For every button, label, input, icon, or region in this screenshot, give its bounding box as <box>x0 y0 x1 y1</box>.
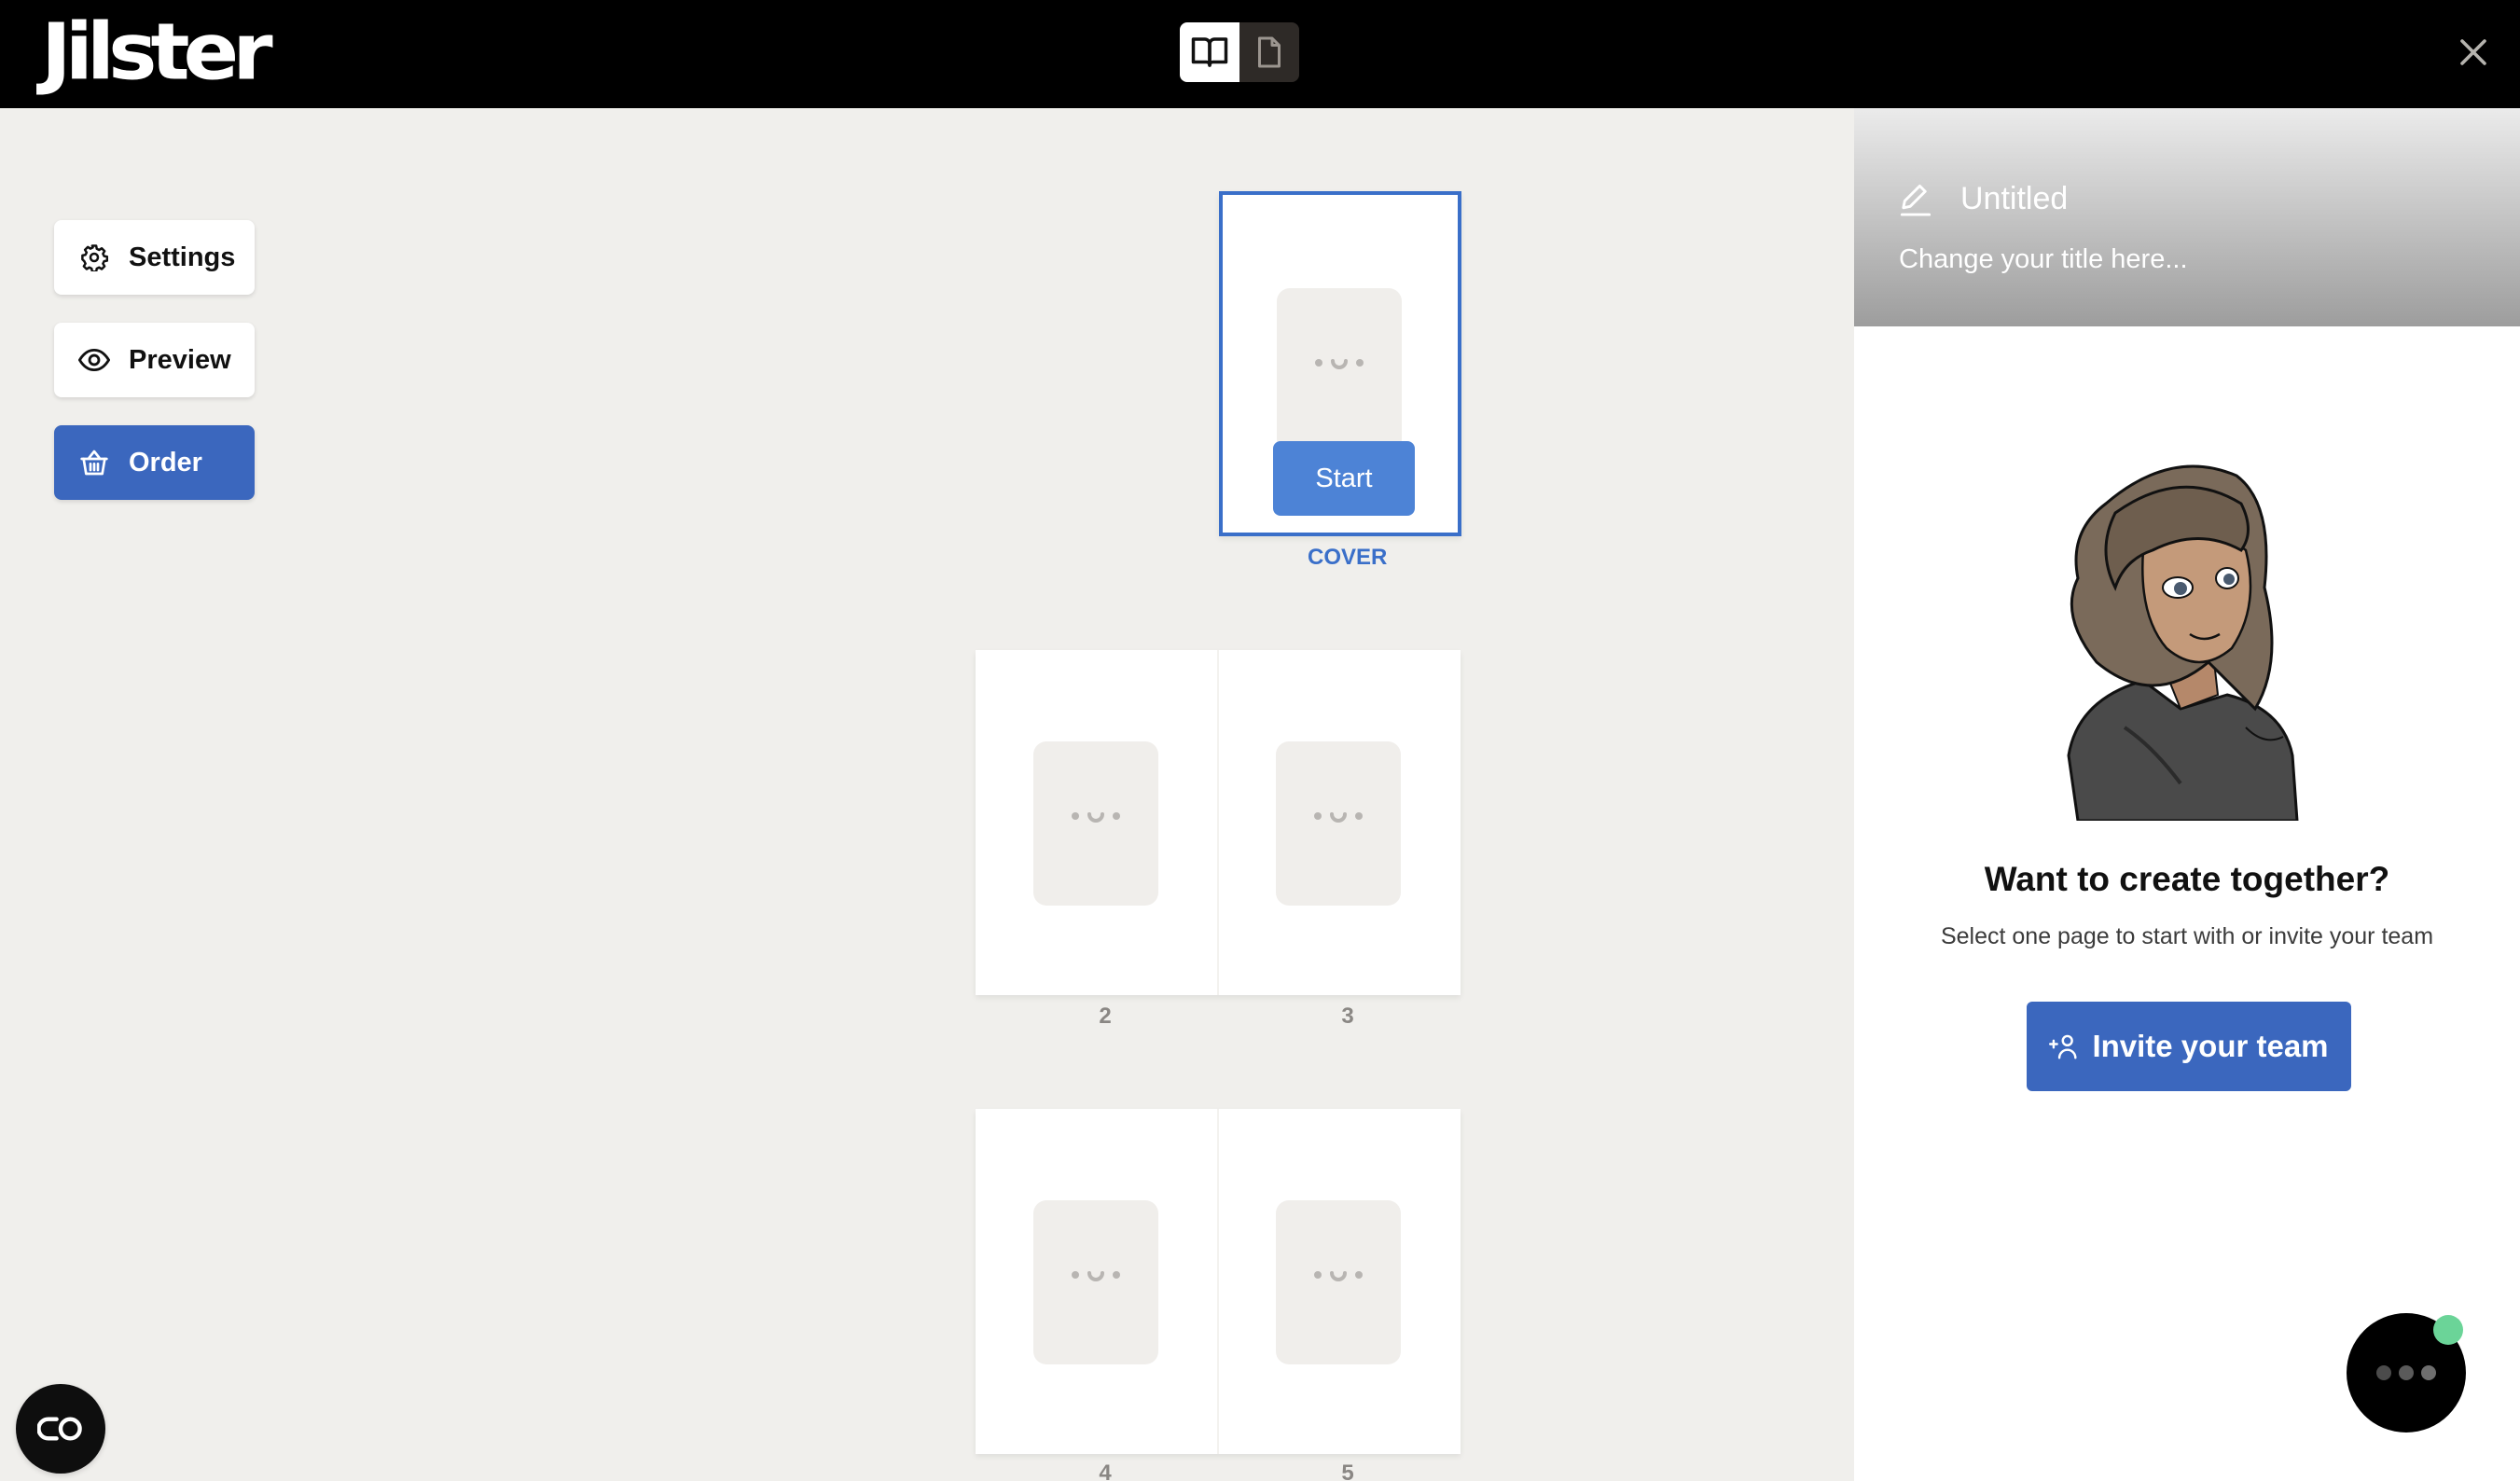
start-button[interactable]: Start <box>1273 441 1415 516</box>
view-mode-toggle <box>1180 22 1299 82</box>
online-status-dot <box>2433 1315 2463 1345</box>
title-hint[interactable]: Change your title here... <box>1899 244 2188 275</box>
jilster-logo[interactable]: Jilster <box>41 7 273 97</box>
preview-label: Preview <box>129 344 231 375</box>
single-page-icon <box>1258 36 1281 68</box>
page-placeholder <box>1033 1200 1158 1364</box>
page-number-label: 3 <box>1341 1003 1354 1029</box>
single-page-view-button[interactable] <box>1239 22 1299 82</box>
invite-team-button[interactable]: Invite your team <box>2027 1002 2351 1091</box>
page-number-label: 4 <box>1099 1460 1112 1481</box>
magazine-title-area: Untitled Change your title here... <box>1854 108 2520 326</box>
empty-page-face-icon <box>1072 812 1120 823</box>
empty-page-face-icon <box>1072 1271 1120 1281</box>
basket-icon <box>78 447 110 478</box>
magazine-title: Untitled <box>1960 181 2069 216</box>
page-number-label: 2 <box>1099 1003 1112 1029</box>
order-button[interactable]: Order <box>54 425 255 500</box>
page-placeholder <box>1276 1200 1401 1364</box>
empty-page-face-icon <box>1315 359 1364 369</box>
close-button[interactable] <box>2447 26 2499 78</box>
add-user-icon <box>2049 1033 2079 1059</box>
gear-icon <box>78 242 110 273</box>
cover-page[interactable]: Start <box>1219 191 1461 536</box>
collaborate-subtitle: Select one page to start with or invite … <box>1940 923 2434 949</box>
spread-view-button[interactable] <box>1180 22 1239 82</box>
right-panel: Untitled Change your title here... Want … <box>1854 108 2520 1481</box>
page-placeholder <box>1033 741 1158 906</box>
close-icon <box>2460 39 2486 65</box>
eye-icon <box>78 344 110 376</box>
page-spread <box>976 1109 1461 1454</box>
page-3[interactable] <box>1218 650 1461 995</box>
link-toggle-button[interactable] <box>16 1384 105 1474</box>
open-book-icon <box>1191 37 1228 67</box>
invite-team-label: Invite your team <box>2092 1029 2329 1063</box>
preview-button[interactable]: Preview <box>54 323 255 397</box>
character-illustration <box>2067 464 2299 821</box>
page-placeholder <box>1276 741 1401 906</box>
page-4[interactable] <box>976 1109 1218 1454</box>
empty-page-face-icon <box>1314 1271 1363 1281</box>
page-placeholder <box>1277 288 1402 452</box>
chat-dots-icon <box>2376 1365 2436 1380</box>
title-field[interactable]: Untitled <box>1899 181 2068 217</box>
link-toggle-icon <box>37 1417 82 1441</box>
order-label: Order <box>129 447 202 478</box>
empty-page-face-icon <box>1314 812 1363 823</box>
settings-button[interactable]: Settings <box>54 220 255 295</box>
page-spread <box>976 650 1461 995</box>
page-5[interactable] <box>1218 1109 1461 1454</box>
pencil-icon <box>1900 184 1932 216</box>
page-number-label: 5 <box>1341 1460 1354 1481</box>
collaborate-heading: Want to create together? <box>1984 860 2390 898</box>
top-bar: Jilster <box>0 0 2520 108</box>
settings-label: Settings <box>129 242 236 272</box>
page-2[interactable] <box>976 650 1218 995</box>
cover-label: COVER <box>1308 545 1388 570</box>
